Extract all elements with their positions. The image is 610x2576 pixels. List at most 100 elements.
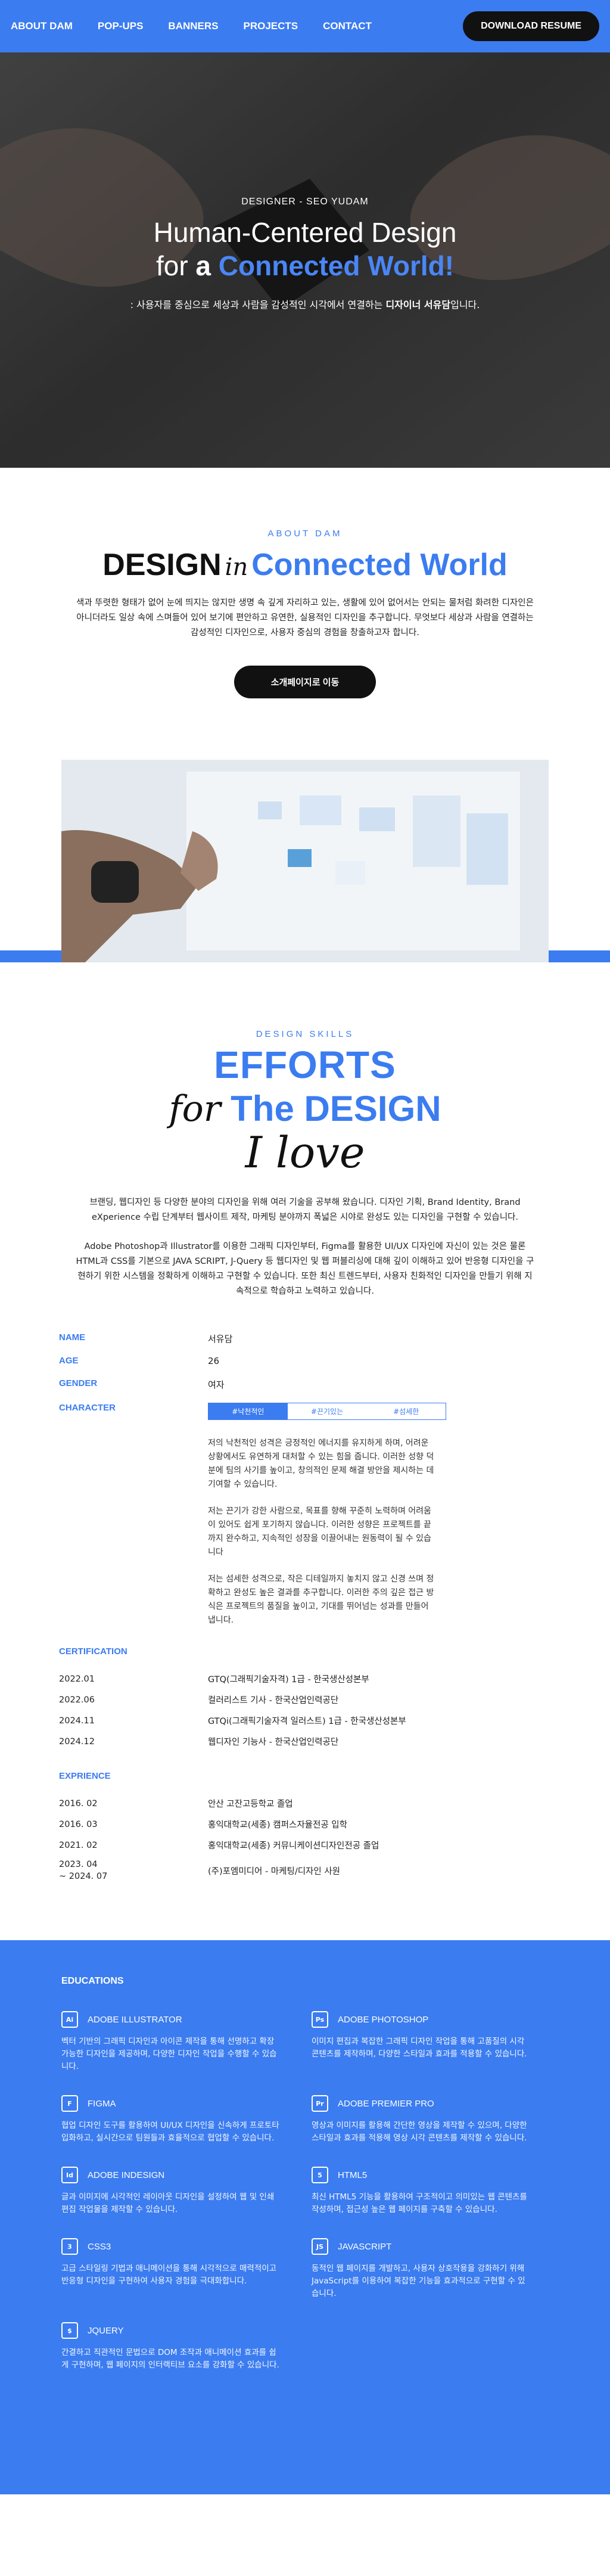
- edu-item-illustrator: Ai ADOBE ILLUSTRATOR 벡터 기반의 그래픽 디자인과 아이콘 제…: [61, 2011, 312, 2073]
- nav-link-contact[interactable]: CONTACT: [323, 20, 372, 32]
- nav-link-projects[interactable]: PROJECTS: [243, 20, 298, 32]
- cert-date: 2022.01: [59, 1674, 95, 1684]
- edu-desc: 고급 스타일링 기법과 애니메이션을 통해 시각적으로 매력적이고 반응형 디자…: [61, 2264, 277, 2286]
- experience-list: 2016. 02 안산 고잔고등학교 졸업 2016. 03 홍익대학교(세종) 캠…: [59, 1793, 551, 1885]
- exp-date: 2016. 03: [59, 1819, 98, 1829]
- tab-optimistic[interactable]: #낙천적인: [208, 1403, 288, 1419]
- character-paragraph-1: 저의 낙천적인 성격은 긍정적인 에너지를 유지하게 하며, 어려운 상황에서도…: [208, 1438, 434, 1489]
- edu-desc: 이미지 편집과 복잡한 그래픽 디자인 작업을 통해 고품질의 시각 콘텐츠를 …: [312, 2037, 527, 2059]
- jquery-icon: $: [61, 2322, 78, 2339]
- gender-label: GENDER: [59, 1378, 98, 1388]
- list-item: 2022.06 컬러리스트 기사 - 한국산업인력공단: [59, 1689, 551, 1710]
- hero-title: Human-Centered Design: [153, 217, 457, 248]
- hero-kicker: DESIGNER - SEO YUDAM: [241, 197, 369, 207]
- profile-row-name: NAME 서유담: [59, 1328, 551, 1350]
- edu-item-indesign: Id ADOBE INDESIGN 글과 이미지에 시각적인 레이아웃 디자인을 설…: [61, 2166, 312, 2216]
- edu-desc: 간결하고 직관적인 문법으로 DOM 조작과 애니메이션 효과를 쉽게 구현하며…: [61, 2348, 279, 2370]
- edu-item-html5: 5 HTML5 최신 HTML5 기능을 활용하여 구조적이고 의미있는 웹 콘텐츠…: [312, 2166, 562, 2216]
- edu-item-jquery: $ JQUERY 간결하고 직관적인 문법으로 DOM 조작과 애니메이션 효과를 …: [61, 2322, 312, 2372]
- educations-title: EDUCATIONS: [61, 1976, 124, 1986]
- about-section: ABOUT DAM DESIGN in Connected World 색과 뚜렷한…: [0, 468, 610, 760]
- gender-value: 여자: [208, 1379, 225, 1390]
- cert-text: 컬러리스트 기사 - 한국산업인력공단: [208, 1696, 339, 1705]
- experience-label: EXPRIENCE: [59, 1771, 111, 1781]
- certification-list: 2022.01 GTQ(그래픽기술자격) 1급 - 한국생산성본부 2022.06…: [59, 1668, 551, 1752]
- character-tabs: #낙천적인 #끈기있는 #섬세한: [208, 1403, 446, 1420]
- character-description: 저의 낙천적인 성격은 긍정적인 에너지를 유지하게 하며, 어려운 상황에서도…: [208, 1437, 434, 1627]
- photoshop-icon: Ps: [312, 2011, 328, 2028]
- photo-section: [0, 760, 610, 962]
- download-resume-button[interactable]: DOWNLOAD RESUME: [463, 11, 599, 41]
- exp-date: 2021. 02: [59, 1840, 98, 1850]
- edu-name: JAVASCRIPT: [338, 2241, 392, 2252]
- edu-desc: 벡터 기반의 그래픽 디자인과 아이콘 제작을 통해 선명하고 확장 가능한 디…: [61, 2037, 277, 2071]
- character-tags-wrap: #낙천적인 #끈기있는 #섬세한: [208, 1403, 551, 1420]
- profile-row-gender: GENDER 여자: [59, 1372, 551, 1397]
- cert-text: 웹디자인 기능사 - 한국산업인력공단: [208, 1738, 339, 1747]
- edu-item-css3: 3 CSS3 고급 스타일링 기법과 애니메이션을 통해 시각적으로 매력적이고 반…: [61, 2238, 312, 2300]
- cert-date: 2024.12: [59, 1736, 95, 1747]
- hero-title-line2: for a Connected World!: [0, 249, 610, 282]
- nav-link-about[interactable]: ABOUT DAM: [11, 20, 73, 32]
- name-label: NAME: [59, 1332, 86, 1343]
- about-page-button[interactable]: 소개페이지로 이동: [234, 666, 376, 698]
- exp-date: 2016. 02: [59, 1798, 98, 1809]
- indesign-icon: Id: [61, 2167, 78, 2183]
- hero-sub-post: 입니다.: [450, 299, 480, 310]
- profile-section: NAME 서유담 AGE 26 GENDER 여자 CHARACTER #낙천적인 #…: [59, 1328, 551, 1885]
- tab-meticulous[interactable]: #섬세한: [366, 1403, 446, 1419]
- skills-i-love: I love: [245, 1127, 365, 1177]
- tab-persistent[interactable]: #끈기있는: [288, 1403, 367, 1419]
- list-item: 2016. 03 홍익대학교(세종) 캠퍼스자율전공 입학: [59, 1814, 551, 1835]
- javascript-icon: JS: [312, 2238, 328, 2255]
- list-item: 2022.01 GTQ(그래픽기술자격) 1급 - 한국생산성본부: [59, 1668, 551, 1689]
- about-text: 색과 뚜렷한 형태가 없어 눈에 띄지는 않지만 생명 속 깊게 자리하고 있는…: [76, 598, 534, 638]
- list-item: 2024.12 웹디자인 기능사 - 한국산업인력공단: [59, 1731, 551, 1752]
- hero-content: DESIGNER - SEO YUDAM Human-Centered Desi…: [0, 197, 610, 311]
- hero-section: DESIGNER - SEO YUDAM Human-Centered Desi…: [0, 0, 610, 468]
- cert-date: 2022.06: [59, 1695, 95, 1705]
- hero-sub-bold: 디자이너 서유담: [385, 299, 451, 310]
- skills-kicker: DESIGN SKILLS: [256, 1029, 354, 1039]
- skills-the-design: The DESIGN: [231, 1089, 441, 1129]
- edu-name: ADOBE PHOTOSHOP: [338, 2014, 429, 2025]
- nav-link-popups[interactable]: POP-UPS: [98, 20, 144, 32]
- hero-sub-pre: : 사용자를 중심으로 세상과 사람을 감성적인 시각에서 연결하는: [130, 299, 386, 310]
- about-title: DESIGN in Connected World: [0, 547, 610, 583]
- about-title-in: in: [225, 554, 248, 581]
- about-title-connected-world: Connected World: [251, 548, 508, 582]
- list-item: 2023. 04 ~ 2024. 07 (주)포엠미디어 - 마케팅/디자인 사원: [59, 1856, 551, 1885]
- skills-paragraph-2: Adobe Photoshop과 Illustrator를 이용한 그래픽 디자…: [76, 1242, 534, 1296]
- list-item: 2021. 02 홍익대학교(세종) 커뮤니케이션디자인전공 졸업: [59, 1835, 551, 1856]
- cert-date: 2024.11: [59, 1716, 95, 1726]
- about-kicker: ABOUT DAM: [267, 529, 343, 539]
- skills-for-the-design: for The DESIGN: [0, 1088, 610, 1130]
- hero-title-connected-world: Connected World!: [218, 250, 455, 281]
- educations-section: EDUCATIONS Ai ADOBE ILLUSTRATOR 벡터 기반의 그래픽…: [0, 1940, 610, 2494]
- workspace-photo: [61, 760, 549, 962]
- edu-name: JQUERY: [88, 2325, 124, 2336]
- list-item: 2024.11 GTQi(그래픽기술자격 일러스트) 1급 - 한국생산성본부: [59, 1710, 551, 1731]
- educations-grid: Ai ADOBE ILLUSTRATOR 벡터 기반의 그래픽 디자인과 아이콘 제…: [61, 2011, 610, 2372]
- about-title-design: DESIGN: [102, 548, 222, 582]
- hero-subtitle: : 사용자를 중심으로 세상과 사람을 감성적인 시각에서 연결하는 디자이너 …: [0, 297, 610, 311]
- exp-text: 홍익대학교(세종) 커뮤니케이션디자인전공 졸업: [208, 1841, 379, 1851]
- character-label: CHARACTER: [59, 1403, 116, 1413]
- edu-item-photoshop: Ps ADOBE PHOTOSHOP 이미지 편집과 복잡한 그래픽 디자인 작업을…: [312, 2011, 562, 2073]
- cert-text: GTQ(그래픽기술자격) 1급 - 한국생산성본부: [208, 1675, 369, 1685]
- hero-title-a: a: [195, 250, 211, 281]
- edu-desc: 영상과 이미지를 활용해 간단한 영상을 제작할 수 있으며, 다양한 스타일과…: [312, 2121, 527, 2143]
- figma-icon: F: [61, 2095, 78, 2112]
- hero-title-for: for: [155, 250, 188, 281]
- profile-row-age: AGE 26: [59, 1350, 551, 1372]
- nav-links: ABOUT DAM POP-UPS BANNERS PROJECTS CONTA…: [11, 20, 372, 32]
- skills-efforts-heading: EFFORTS: [214, 1043, 396, 1086]
- edu-name: HTML5: [338, 2170, 368, 2180]
- css3-icon: 3: [61, 2238, 78, 2255]
- exp-text: (주)포엠미디어 - 마케팅/디자인 사원: [208, 1866, 341, 1876]
- cert-text: GTQi(그래픽기술자격 일러스트) 1급 - 한국생산성본부: [208, 1717, 406, 1726]
- nav-link-banners[interactable]: BANNERS: [168, 20, 218, 32]
- character-paragraph-2: 저는 끈기가 강한 사람으로, 목표를 향해 꾸준히 노력하며 어려움이 있어도…: [208, 1506, 431, 1557]
- age-value: 26: [208, 1356, 220, 1366]
- edu-name: ADOBE INDESIGN: [88, 2170, 165, 2180]
